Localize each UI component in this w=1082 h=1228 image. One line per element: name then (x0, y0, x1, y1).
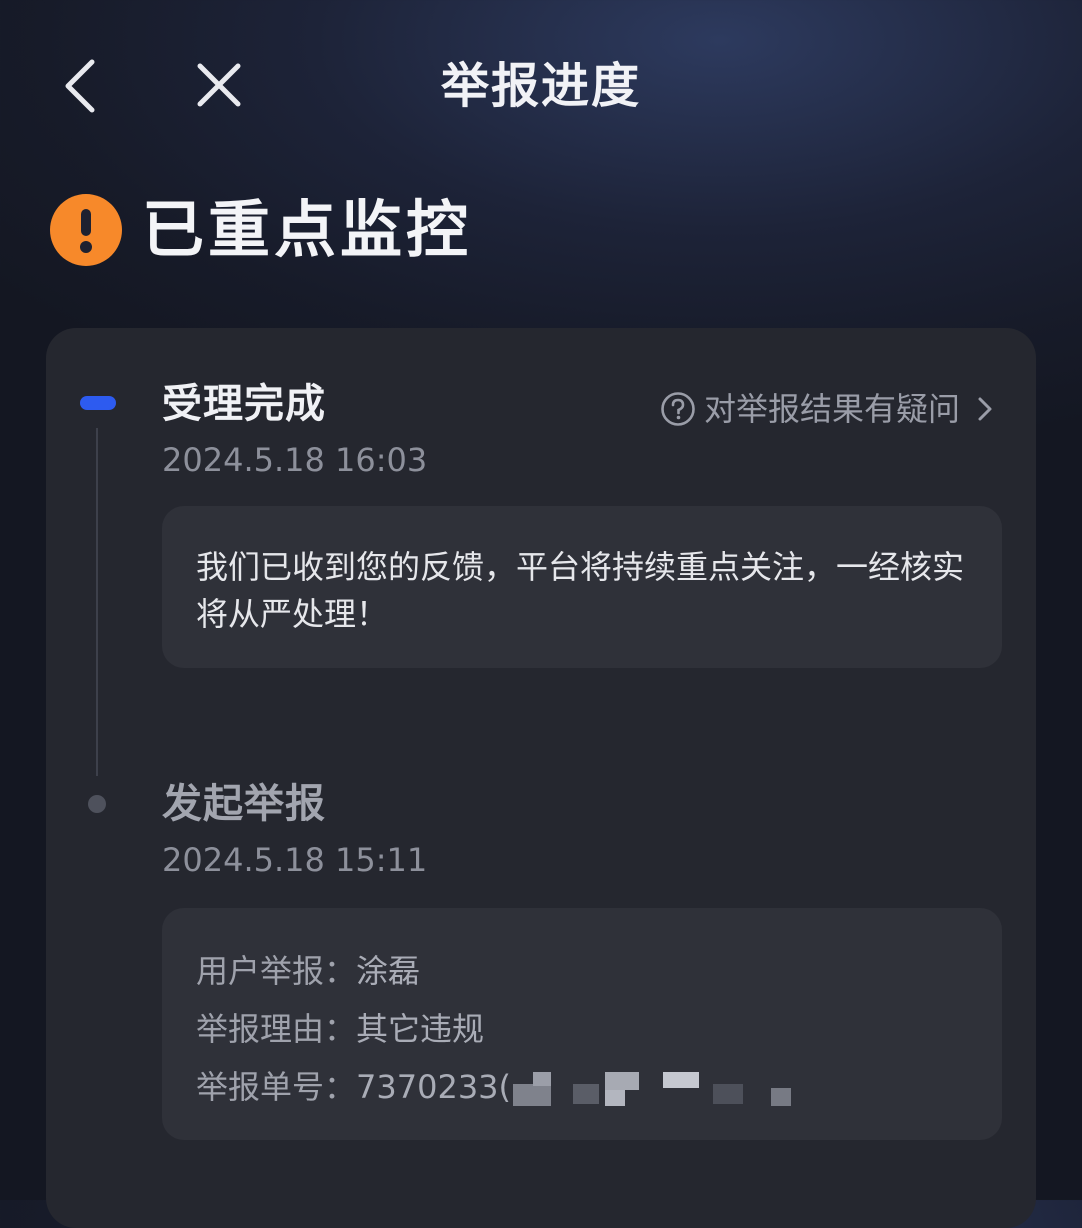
page-title: 举报进度 (440, 58, 641, 114)
status-title: 已重点监控 (142, 193, 473, 266)
dispute-link-label: 对举报结果有疑问 (703, 390, 960, 428)
question-circle-icon (660, 391, 696, 427)
navigation-bar: 举报进度 (0, 0, 1082, 175)
timeline-dot-active (80, 396, 116, 410)
info-label: 举报单号： (196, 1068, 357, 1106)
info-value: 7370233( (356, 1068, 512, 1106)
redacted-mosaic (513, 1070, 803, 1108)
step-time-accepted: 2024.5.18 16:03 (162, 441, 428, 479)
status-header: 已重点监控 (50, 190, 472, 270)
step-title-accepted: 受理完成 (162, 381, 326, 427)
timeline-dot-inactive (88, 795, 106, 813)
info-value: 其它违规 (356, 1010, 485, 1048)
exclamation-icon (50, 194, 122, 266)
step-title-submitted: 发起举报 (162, 781, 326, 827)
info-value: 涂磊 (356, 952, 421, 990)
feedback-message-box: 我们已收到您的反馈，平台将持续重点关注，一经核实将从严处理！ (162, 506, 1002, 668)
info-row-user: 用户举报：涂磊 (196, 942, 968, 1000)
timeline-connector (96, 428, 98, 776)
info-label: 用户举报： (196, 952, 357, 990)
step-time-submitted: 2024.5.18 15:11 (162, 841, 428, 879)
report-info-box: 用户举报：涂磊 举报理由：其它违规 举报单号：7370233( (162, 908, 1002, 1140)
feedback-message: 我们已收到您的反馈，平台将持续重点关注，一经核实将从严处理！ (196, 548, 965, 633)
chevron-right-icon (972, 391, 998, 427)
info-row-reason: 举报理由：其它违规 (196, 1000, 968, 1058)
info-label: 举报理由： (196, 1010, 357, 1048)
info-row-ticket: 举报单号：7370233( (196, 1058, 968, 1116)
dispute-result-link[interactable]: 对举报结果有疑问 (660, 386, 998, 432)
